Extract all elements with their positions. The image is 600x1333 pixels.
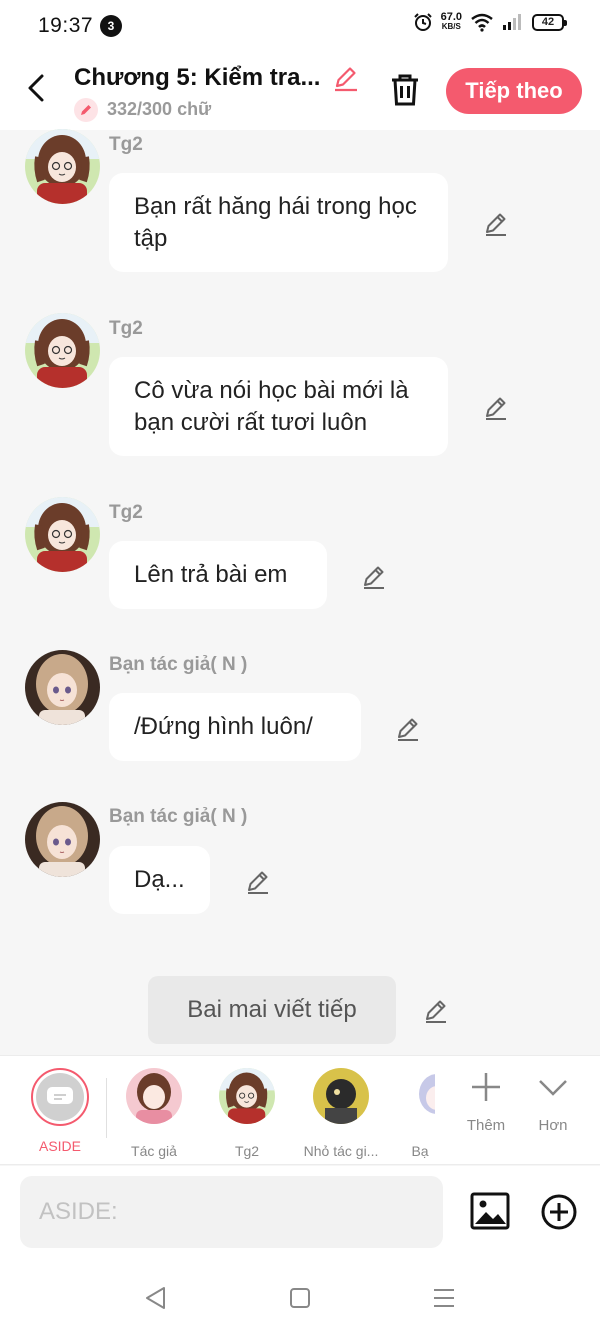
- expand-characters-button[interactable]: Hơn: [518, 1070, 588, 1134]
- network-speed: 67.0 KB/S: [440, 11, 462, 32]
- notification-count-badge: 3: [100, 15, 122, 37]
- message-bubble[interactable]: Lên trả bài em: [109, 541, 327, 609]
- aside-selected-ring: [31, 1068, 89, 1126]
- message-bubble[interactable]: /Đứng hình luôn/: [109, 693, 361, 761]
- divider: [106, 1078, 107, 1138]
- add-character-label: Thêm: [466, 1117, 506, 1134]
- back-arrow-icon[interactable]: [22, 70, 52, 106]
- pencil-badge-icon: [74, 98, 98, 122]
- edit-message-icon[interactable]: [482, 393, 510, 421]
- avatar-tg2[interactable]: [25, 129, 100, 204]
- nav-home-icon[interactable]: [286, 1284, 314, 1312]
- edit-title-icon[interactable]: [332, 64, 360, 92]
- composer: [0, 1166, 600, 1262]
- edit-message-icon[interactable]: [482, 209, 510, 237]
- character-label: Bạ: [411, 1143, 429, 1159]
- speaker-name: Bạn tác giả( N ): [109, 654, 248, 675]
- word-count: 332/300 chữ: [107, 99, 212, 119]
- message-bubble[interactable]: Dạ...: [109, 846, 210, 914]
- chapter-title: Chương 5: Kiểm tra...: [74, 64, 321, 91]
- edit-message-icon[interactable]: [394, 714, 422, 742]
- character-tac-gia[interactable]: Tác giả: [109, 1068, 199, 1159]
- speaker-name: Tg2: [109, 134, 143, 155]
- avatar-ban-tac-gia[interactable]: [25, 802, 100, 877]
- character-bar: ASIDE Tác giả Tg2 Nhỏ tác gi... Bạ Thêm …: [0, 1055, 600, 1165]
- message-bubble[interactable]: Cô vừa nói học bài mới là bạn cười rất t…: [109, 357, 448, 456]
- speaker-name: Tg2: [109, 502, 143, 523]
- avatar-nho-tac-gia: [313, 1068, 369, 1124]
- add-circle-icon[interactable]: [540, 1193, 578, 1231]
- clock: 19:37: [38, 14, 94, 37]
- chevron-down-icon: [539, 1080, 567, 1096]
- system-nav-bar: [0, 1262, 600, 1333]
- nav-menu-icon[interactable]: [430, 1284, 458, 1312]
- avatar-ban-tac-gia[interactable]: [25, 650, 100, 725]
- avatar-tg2: [219, 1068, 275, 1124]
- plus-icon: [472, 1073, 500, 1101]
- character-label: Tg2: [234, 1143, 260, 1159]
- avatar-tg2[interactable]: [25, 313, 100, 388]
- message-input[interactable]: [20, 1176, 443, 1248]
- character-partial[interactable]: Bạ: [405, 1068, 435, 1159]
- image-icon[interactable]: [470, 1191, 510, 1231]
- alarm-icon: [413, 13, 432, 31]
- signal-icon: [503, 14, 521, 30]
- character-label: Tác giả: [131, 1143, 177, 1159]
- avatar-partial: [409, 1068, 435, 1124]
- wifi-icon: [471, 13, 493, 32]
- edit-message-icon[interactable]: [360, 562, 388, 590]
- character-tg2[interactable]: Tg2: [202, 1068, 292, 1159]
- edit-message-icon[interactable]: [244, 867, 272, 895]
- avatar-tg2[interactable]: [25, 497, 100, 572]
- edit-aside-icon[interactable]: [422, 996, 450, 1024]
- aside-message[interactable]: Bai mai viết tiếp: [148, 976, 396, 1044]
- nav-back-icon[interactable]: [142, 1284, 170, 1312]
- character-label: ASIDE: [38, 1138, 81, 1154]
- expand-characters-label: Hơn: [538, 1117, 568, 1134]
- battery-indicator: 42: [532, 13, 567, 31]
- character-aside[interactable]: ASIDE: [15, 1068, 105, 1154]
- character-nho-tac-gia[interactable]: Nhỏ tác gi...: [296, 1068, 386, 1159]
- status-icons: 67.0 KB/S 42: [413, 11, 567, 32]
- editor-header: Chương 5: Kiểm tra... 332/300 chữ Tiếp t…: [0, 52, 600, 130]
- add-character-button[interactable]: Thêm: [451, 1070, 521, 1134]
- trash-icon[interactable]: [388, 72, 422, 108]
- message-bubble[interactable]: Bạn rất hăng hái trong học tập: [109, 173, 448, 272]
- speaker-name: Tg2: [109, 318, 143, 339]
- character-label: Nhỏ tác gi...: [303, 1143, 379, 1159]
- next-button[interactable]: Tiếp theo: [446, 68, 582, 114]
- aside-icon: [36, 1073, 84, 1121]
- speaker-name: Bạn tác giả( N ): [109, 806, 248, 827]
- avatar-tac-gia: [126, 1068, 182, 1124]
- status-bar: 19:37 3 67.0 KB/S 42: [0, 0, 600, 52]
